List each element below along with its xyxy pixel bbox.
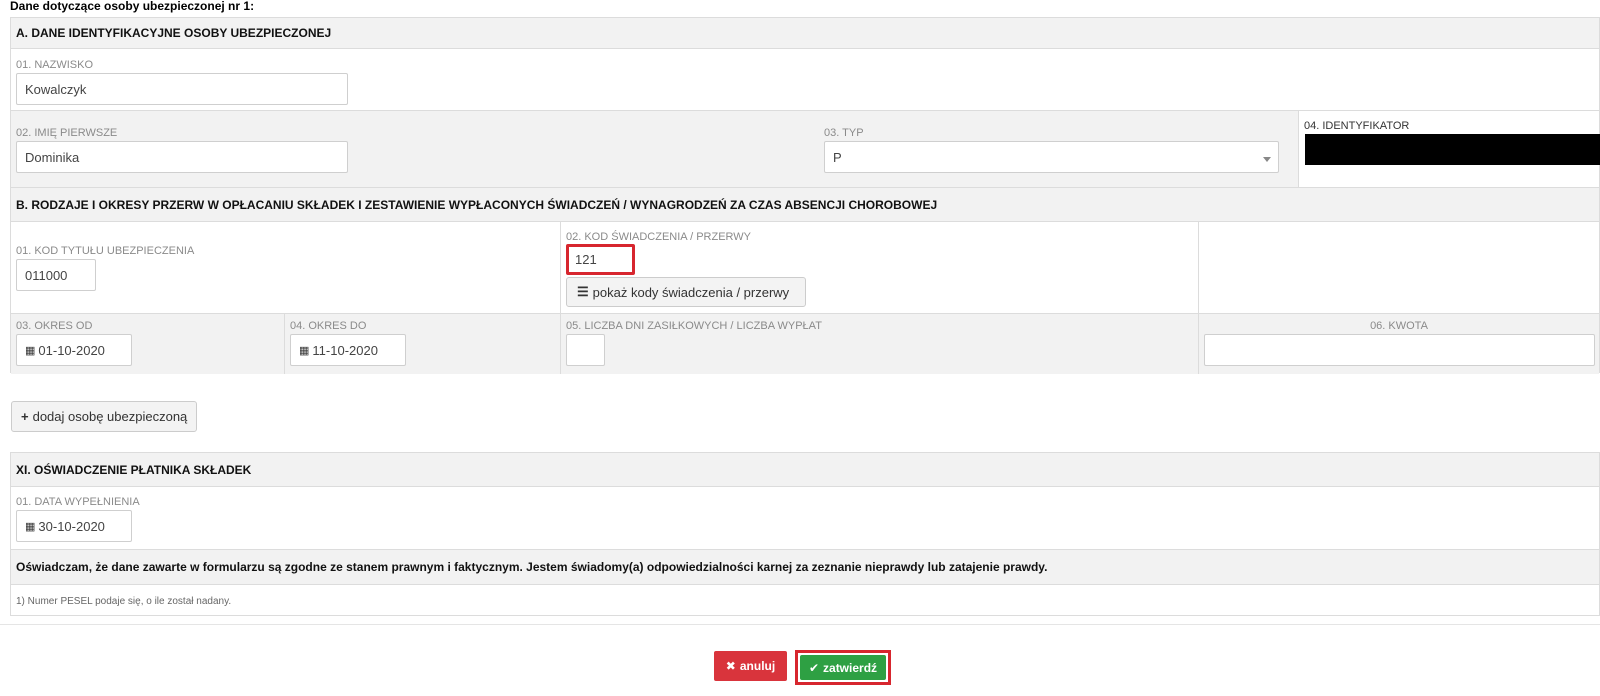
declaration-row: Oświadczam, że dane zawarte w formularzu…	[11, 549, 1599, 584]
period-to-input[interactable]: ▦ 11-10-2020	[290, 334, 406, 366]
benefit-code-input[interactable]: 121	[566, 244, 635, 275]
section-xi-title-text: XI. OŚWIADCZENIE PŁATNIKA SKŁADEK	[16, 462, 252, 477]
footnote-row: 1) Numer PESEL podaje się, o ile został …	[11, 584, 1599, 617]
days-input[interactable]	[566, 334, 605, 366]
identifier-cell: 04. IDENTYFIKATOR	[1299, 111, 1600, 187]
page-title: Dane dotyczące osoby ubezpieczonej nr 1:	[10, 0, 255, 13]
footer-divider	[0, 624, 1600, 625]
confirm-button-highlight: ✔ zatwierdź	[795, 650, 891, 685]
surname-row: 01. NAZWISKO Kowalczyk	[11, 48, 1599, 110]
type-select[interactable]: P	[824, 141, 1279, 173]
cancel-button-label: anuluj	[739, 659, 776, 673]
declaration-text: Oświadczam, że dane zawarte w formularzu…	[16, 560, 1048, 574]
fill-date-value: 30-10-2020	[38, 518, 105, 534]
days-label: 05. LICZBA DNI ZASIŁKOWYCH / LICZBA WYPŁ…	[566, 320, 822, 332]
footnote-text: 1) Numer PESEL podaje się, o ile został …	[16, 595, 232, 607]
amount-input[interactable]	[1204, 334, 1595, 366]
section-b-title: B. RODZAJE I OKRESY PRZERW W OPŁACANIU S…	[11, 187, 1599, 221]
section-a-title-text: A. DANE IDENTYFIKACYJNE OSOBY UBEZPIECZO…	[16, 26, 332, 40]
add-person-button-label: dodaj osobę ubezpieczoną	[32, 409, 188, 424]
check-icon: ✔	[808, 660, 820, 675]
show-codes-button-label: pokaż kody świadczenia / przerwy	[592, 284, 790, 300]
period-to-value: 11-10-2020	[312, 342, 378, 358]
period-from-cell: 03. OKRES OD ▦ 01-10-2020	[11, 314, 285, 374]
section-a-title: A. DANE IDENTYFIKACYJNE OSOBY UBEZPIECZO…	[11, 18, 1599, 48]
calendar-icon: ▦	[25, 520, 36, 533]
confirm-button-label: zatwierdź	[823, 660, 878, 675]
firstname-cell: 02. IMIĘ PIERWSZE Dominika	[11, 111, 821, 187]
confirm-button[interactable]: ✔ zatwierdź	[800, 655, 886, 680]
firstname-input[interactable]: Dominika	[16, 141, 348, 173]
add-person-button[interactable]: + dodaj osobę ubezpieczoną	[11, 401, 198, 432]
days-cell: 05. LICZBA DNI ZASIŁKOWYCH / LICZBA WYPŁ…	[561, 314, 1199, 374]
period-to-cell: 04. OKRES DO ▦ 11-10-2020	[285, 314, 561, 374]
section-b-title-text: B. RODZAJE I OKRESY PRZERW W OPŁACANIU S…	[16, 197, 938, 212]
period-to-label: 04. OKRES DO	[290, 320, 367, 332]
cancel-button[interactable]: ✖ anuluj	[714, 651, 787, 681]
period-from-value: 01-10-2020	[38, 342, 105, 358]
period-from-input[interactable]: ▦ 01-10-2020	[16, 334, 132, 366]
fill-date-row: 01. DATA WYPEŁNIENIA ▦ 30-10-2020	[11, 486, 1599, 549]
surname-label: 01. NAZWISKO	[16, 59, 94, 71]
identifier-label: 04. IDENTYFIKATOR	[1304, 120, 1410, 132]
fill-date-label: 01. DATA WYPEŁNIENIA	[16, 496, 140, 508]
type-cell: 03. TYP P	[821, 111, 1299, 187]
firstname-row: 02. IMIĘ PIERWSZE Dominika 03. TYP P 04.…	[11, 110, 1600, 187]
fill-date-input[interactable]: ▦ 30-10-2020	[16, 510, 132, 542]
firstname-label: 02. IMIĘ PIERWSZE	[16, 127, 118, 139]
codes-empty-cell	[1199, 222, 1599, 313]
type-label: 03. TYP	[824, 127, 864, 139]
plus-icon: +	[21, 409, 29, 424]
chevron-down-icon	[1263, 157, 1271, 162]
show-codes-button[interactable]: ☰ pokaż kody świadczenia / przerwy	[566, 277, 806, 307]
amount-label: 06. KWOTA	[1370, 320, 1428, 332]
benefit-code-cell: 02. KOD ŚWIADCZENIA / PRZERWY 121 ☰ poka…	[561, 222, 1199, 313]
calendar-icon: ▦	[299, 344, 310, 357]
type-select-value: P	[833, 149, 842, 165]
surname-input[interactable]: Kowalczyk	[16, 73, 348, 105]
insurance-code-label: 01. KOD TYTUŁU UBEZPIECZENIA	[16, 245, 195, 257]
insured-person-panel: A. DANE IDENTYFIKACYJNE OSOBY UBEZPIECZO…	[10, 17, 1600, 374]
benefit-code-label: 02. KOD ŚWIADCZENIA / PRZERWY	[566, 231, 751, 243]
insurance-code-cell: 01. KOD TYTUŁU UBEZPIECZENIA 011000	[11, 222, 561, 313]
identifier-redacted	[1305, 134, 1600, 165]
section-xi-title: XI. OŚWIADCZENIE PŁATNIKA SKŁADEK	[11, 453, 1599, 486]
times-icon: ✖	[725, 659, 736, 673]
insurance-code-input[interactable]: 011000	[16, 259, 96, 291]
period-from-label: 03. OKRES OD	[16, 320, 93, 332]
amount-cell: 06. KWOTA	[1199, 314, 1599, 374]
periods-row: 03. OKRES OD ▦ 01-10-2020 04. OKRES DO ▦…	[11, 313, 1599, 374]
payer-declaration-panel: XI. OŚWIADCZENIE PŁATNIKA SKŁADEK 01. DA…	[10, 452, 1600, 616]
list-icon: ☰	[577, 284, 589, 299]
codes-row: 01. KOD TYTUŁU UBEZPIECZENIA 011000 02. …	[11, 221, 1599, 313]
calendar-icon: ▦	[25, 344, 36, 357]
